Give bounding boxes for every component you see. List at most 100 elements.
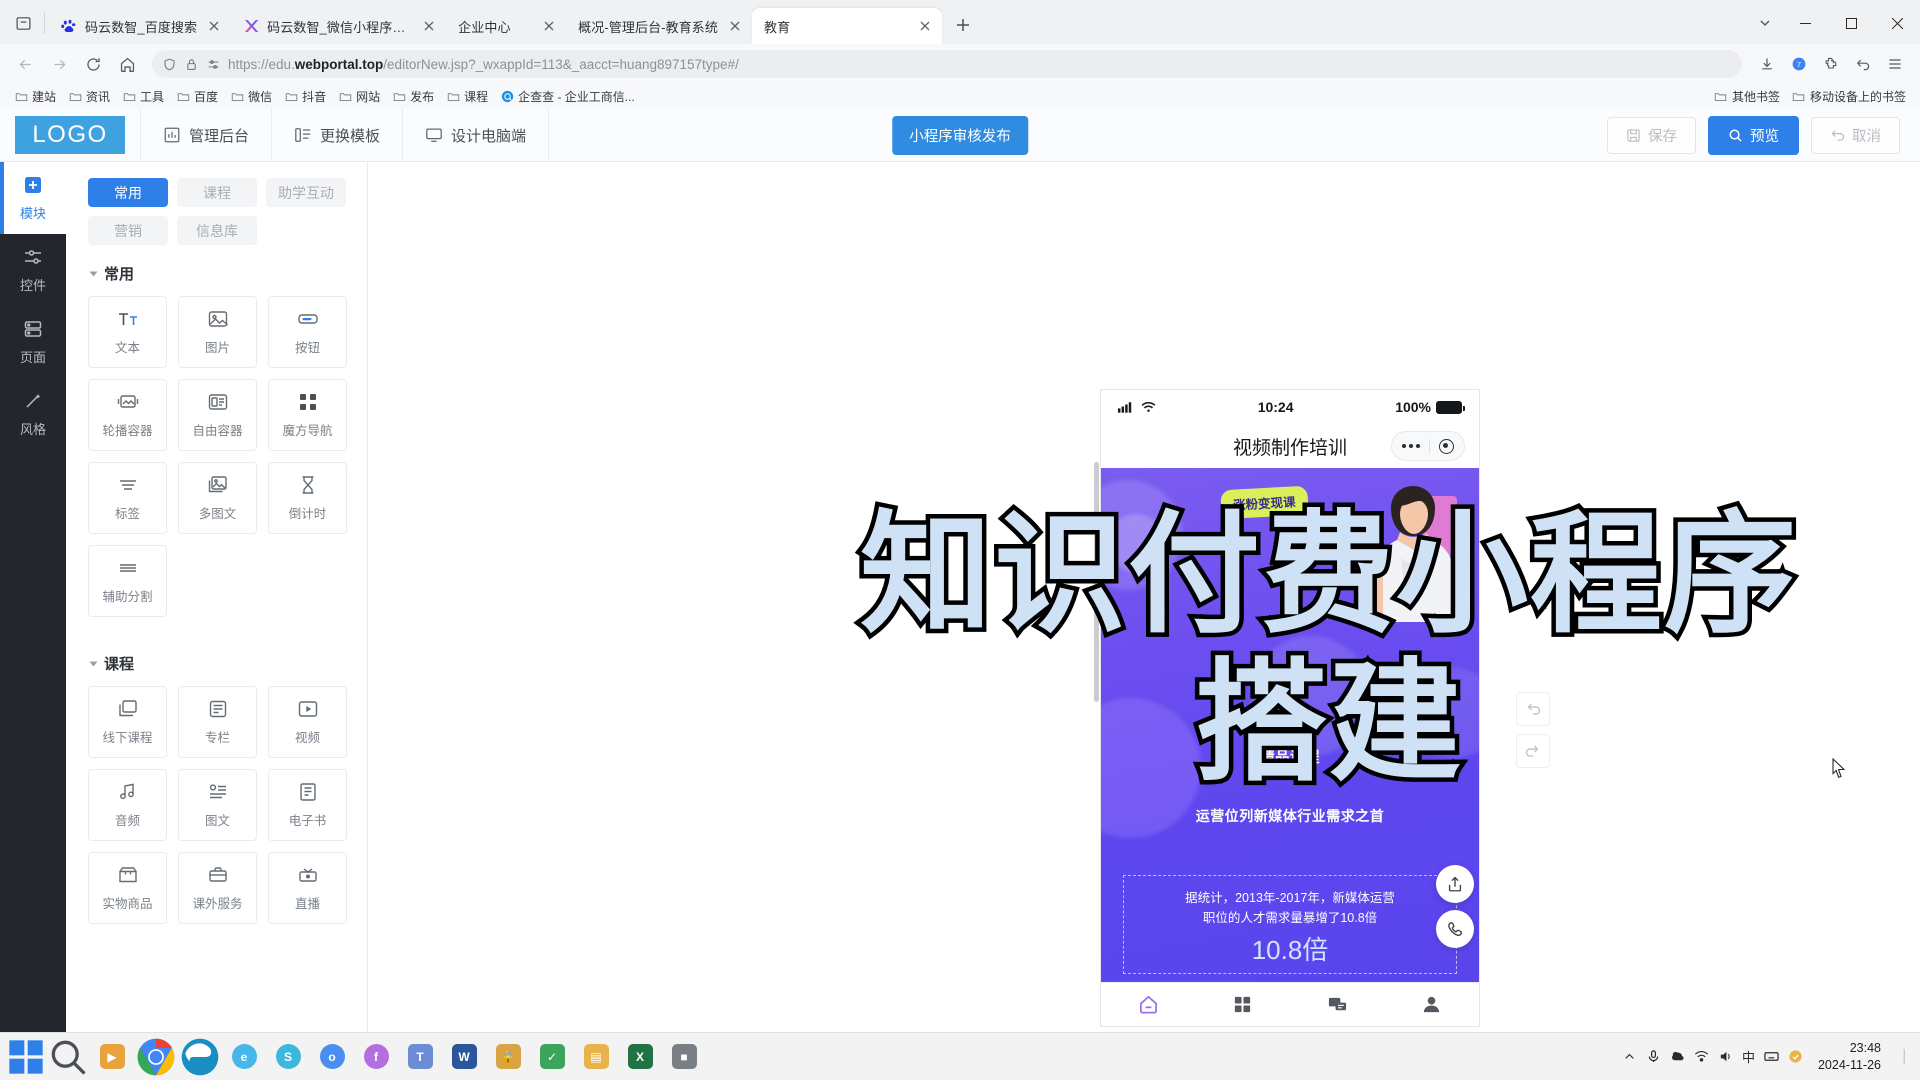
maximize-button[interactable]	[1828, 6, 1874, 40]
section-title-common[interactable]: 常用	[89, 263, 347, 284]
panel-scroll[interactable]: 常用 课程 助学互动 营销 信息库 常用 文本 图片 按钮 轮播容器 自由容器 …	[66, 178, 367, 1032]
close-icon[interactable]	[205, 17, 223, 35]
category-tab-infolib[interactable]: 信息库	[177, 216, 257, 245]
category-tab-marketing[interactable]: 营销	[88, 216, 168, 245]
rail-item-modules[interactable]: 模块	[0, 162, 66, 234]
keyboard-icon[interactable]	[1764, 1049, 1779, 1064]
component-free-container[interactable]: 自由容器	[178, 379, 257, 451]
taskbar-app-9[interactable]: f	[354, 1037, 398, 1077]
component-audio[interactable]: 音频	[88, 769, 167, 841]
tabbar-person[interactable]	[1385, 994, 1480, 1015]
taskbar-clock[interactable]: 23:48 2024-11-26	[1812, 1040, 1891, 1074]
microphone-icon[interactable]	[1646, 1049, 1661, 1064]
section-title-course[interactable]: 课程	[89, 653, 347, 674]
bookmark-item-qichacha[interactable]: 企查查 - 企业工商信...	[494, 86, 641, 107]
browser-tab-0[interactable]: 码云数智_百度搜索	[49, 8, 231, 44]
site-settings-icon[interactable]	[206, 57, 221, 72]
bookmark-item[interactable]: 百度	[170, 86, 224, 107]
bookmark-item[interactable]: 网站	[332, 86, 386, 107]
home-icon[interactable]	[112, 49, 142, 79]
browser-tab-1[interactable]: 码云数智_微信小程序制作平台_	[231, 8, 446, 44]
component-live[interactable]: 直播	[268, 852, 347, 924]
browser-tab-4-active[interactable]: 教育	[752, 8, 942, 44]
taskbar-app-excel[interactable]: X	[618, 1037, 662, 1077]
extensions-icon[interactable]	[1816, 49, 1846, 79]
bookmark-item[interactable]: 工具	[116, 86, 170, 107]
browser-tab-2[interactable]: 企业中心	[446, 8, 566, 44]
tabbar-grid[interactable]	[1196, 994, 1291, 1015]
tab-search-icon[interactable]	[6, 6, 40, 40]
chevron-up-icon[interactable]	[1622, 1049, 1637, 1064]
component-goods[interactable]: 实物商品	[88, 852, 167, 924]
header-item-template[interactable]: 更换模板	[272, 108, 404, 162]
category-tab-common[interactable]: 常用	[88, 178, 168, 207]
minimize-button[interactable]	[1782, 6, 1828, 40]
component-ebook[interactable]: 电子书	[268, 769, 347, 841]
component-tag[interactable]: 标签	[88, 462, 167, 534]
start-button[interactable]	[6, 1037, 46, 1077]
component-countdown[interactable]: 倒计时	[268, 462, 347, 534]
taskbar-app-edge[interactable]	[178, 1037, 222, 1077]
phone-floating-button[interactable]	[1436, 910, 1474, 948]
bookmark-item[interactable]: 资讯	[62, 86, 116, 107]
taskbar-app-8[interactable]: o	[310, 1037, 354, 1077]
taskbar-search[interactable]	[46, 1037, 90, 1077]
wechat-capsule[interactable]	[1391, 431, 1465, 461]
rail-item-style[interactable]: 风格	[0, 378, 66, 450]
component-service[interactable]: 课外服务	[178, 852, 257, 924]
close-icon[interactable]	[540, 17, 558, 35]
url-input[interactable]: https://edu.webportal.top/editorNew.jsp?…	[152, 50, 1742, 78]
close-icon[interactable]	[420, 17, 438, 35]
rail-item-pages[interactable]: 页面	[0, 306, 66, 378]
back-icon[interactable]	[10, 49, 40, 79]
header-item-admin[interactable]: 管理后台	[141, 108, 273, 162]
taskbar-app-media[interactable]: ▶	[90, 1037, 134, 1077]
component-divider[interactable]: 辅助分割	[88, 545, 167, 617]
component-offline-course[interactable]: 线下课程	[88, 686, 167, 758]
close-icon[interactable]	[916, 17, 934, 35]
volume-icon[interactable]	[1718, 1049, 1733, 1064]
taskbar-app-word[interactable]: W	[442, 1037, 486, 1077]
close-window-button[interactable]	[1874, 6, 1920, 40]
save-button[interactable]: 保存	[1607, 116, 1696, 154]
component-carousel[interactable]: 轮播容器	[88, 379, 167, 451]
bookmark-item[interactable]: 抖音	[278, 86, 332, 107]
notification-center-button[interactable]	[1900, 1039, 1910, 1075]
category-tab-course[interactable]: 课程	[177, 178, 257, 207]
badge-count-icon[interactable]: 7	[1784, 49, 1814, 79]
component-image[interactable]: 图片	[178, 296, 257, 368]
chevron-down-icon[interactable]	[1748, 6, 1782, 40]
editor-canvas[interactable]: 10:24 100% 视频制作培训 涨粉变现课 精品课程 运营位列新媒体行业需求…	[368, 162, 1920, 1032]
share-floating-button[interactable]	[1436, 865, 1474, 903]
taskbar-app-folder[interactable]: ▤	[574, 1037, 618, 1077]
menu-icon[interactable]	[1880, 49, 1910, 79]
tabbar-home[interactable]	[1101, 994, 1196, 1015]
download-icon[interactable]	[1752, 49, 1782, 79]
bookmark-mobile[interactable]: 移动设备上的书签	[1786, 86, 1912, 107]
tabbar-message[interactable]	[1290, 994, 1385, 1015]
component-button[interactable]: 按钮	[268, 296, 347, 368]
new-tab-button[interactable]	[948, 10, 978, 40]
close-icon[interactable]	[726, 17, 744, 35]
taskbar-app-lock[interactable]: 🔒	[486, 1037, 530, 1077]
preview-button[interactable]: 预览	[1708, 115, 1799, 155]
taskbar-app-shield[interactable]: ✓	[530, 1037, 574, 1077]
tray-app-icon[interactable]	[1788, 1049, 1803, 1064]
header-item-desktop[interactable]: 设计电脑端	[403, 108, 550, 162]
bookmark-item[interactable]: 发布	[386, 86, 440, 107]
category-tab-interaction[interactable]: 助学互动	[266, 178, 346, 207]
bookmark-other[interactable]: 其他书签	[1708, 86, 1786, 107]
browser-tab-3[interactable]: 概况-管理后台-教育系统	[566, 8, 752, 44]
taskbar-app-7[interactable]: S	[266, 1037, 310, 1077]
component-text[interactable]: 文本	[88, 296, 167, 368]
taskbar-app-10[interactable]: T	[398, 1037, 442, 1077]
component-multi-image[interactable]: 多图文	[178, 462, 257, 534]
component-video[interactable]: 视频	[268, 686, 347, 758]
reload-icon[interactable]	[78, 49, 108, 79]
bookmark-item[interactable]: 建站	[8, 86, 62, 107]
cancel-button[interactable]: 取消	[1811, 116, 1900, 154]
taskbar-app-camera[interactable]: ■	[662, 1037, 706, 1077]
bookmark-item[interactable]: 微信	[224, 86, 278, 107]
taskbar-app-chrome[interactable]	[134, 1037, 178, 1077]
publish-button[interactable]: 小程序审核发布	[892, 115, 1028, 155]
